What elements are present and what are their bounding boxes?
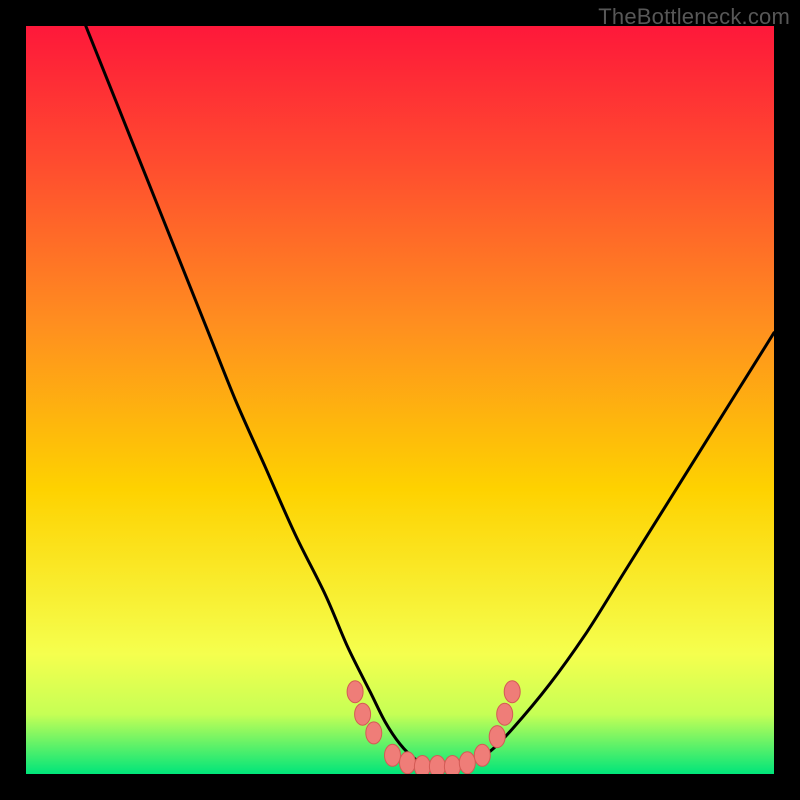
curve-marker	[444, 756, 460, 775]
curve-marker	[504, 681, 520, 703]
curve-marker	[385, 744, 401, 766]
curve-marker	[459, 752, 475, 774]
chart-frame: TheBottleneck.com	[0, 0, 800, 800]
plot-area	[26, 26, 774, 774]
curve-marker	[400, 752, 416, 774]
curve-marker	[414, 756, 430, 775]
curve-marker	[429, 756, 445, 775]
curve-marker	[497, 703, 513, 725]
watermark-text: TheBottleneck.com	[598, 4, 790, 30]
curve-marker	[355, 703, 371, 725]
curve-marker	[366, 722, 382, 744]
curve-marker	[474, 744, 490, 766]
gradient-background	[26, 26, 774, 774]
curve-marker	[489, 726, 505, 748]
bottleneck-chart-svg	[26, 26, 774, 774]
curve-marker	[347, 681, 363, 703]
